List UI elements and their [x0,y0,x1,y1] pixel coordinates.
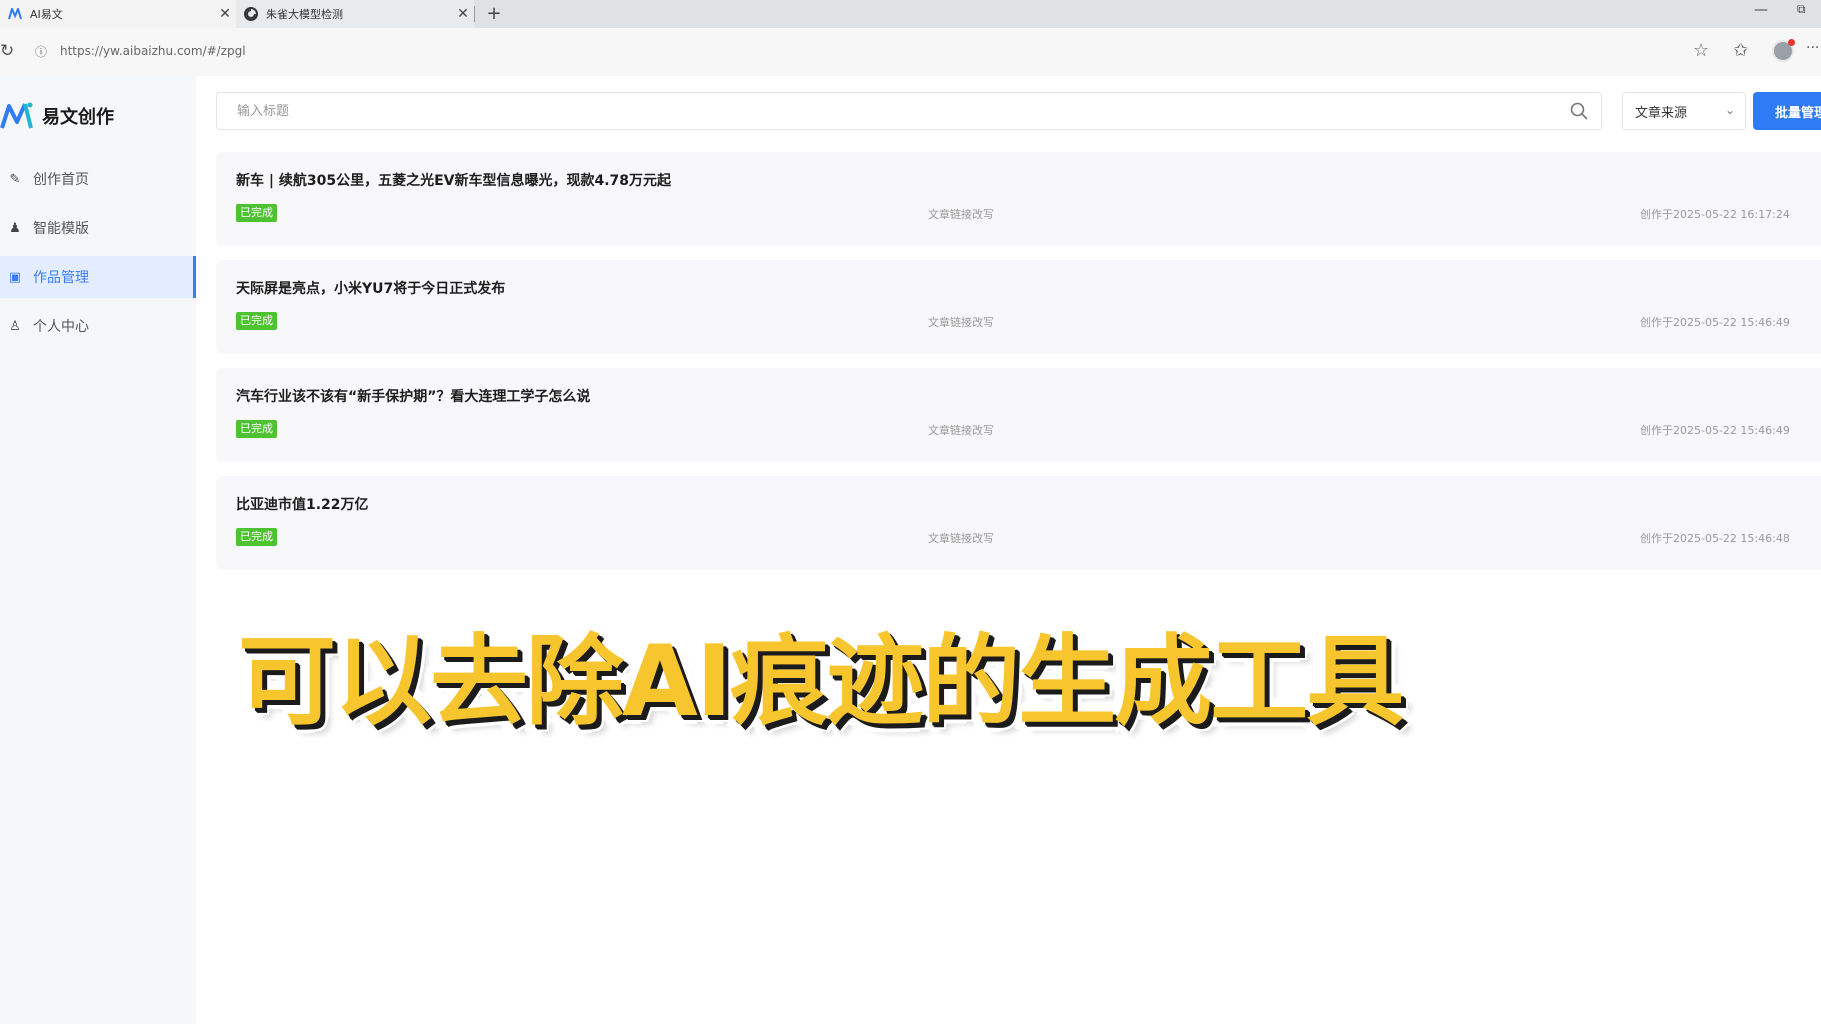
minimize-window-icon[interactable]: — [1754,2,1768,18]
status-badge: 已完成 [236,312,277,330]
work-card[interactable]: 比亚迪市值1.22万亿 已完成 文章链接改写 创作于2025-05-22 15:… [216,476,1821,570]
video-caption: 可以去除AI痕迹的生成工具 [238,625,1404,739]
sidebar-item-label: 智能模版 [33,221,89,237]
work-type: 文章链接改写 [928,316,994,329]
work-type: 文章链接改写 [928,208,994,221]
created-time: 创作于2025-05-22 15:46:49 [1640,424,1790,437]
work-title[interactable]: 汽车行业该不该有“新手保护期”？看大连理工学子怎么说 [236,386,590,406]
close-tab-icon[interactable]: ✕ [452,6,474,22]
browser-tab-bar: AI易文 ✕ 朱雀大模型检测 ✕ + — ⧉ [0,0,1821,29]
user-magic-icon: ♟ [9,220,21,236]
bookmark-star-icon[interactable]: ☆ [1693,40,1709,61]
created-time: 创作于2025-05-22 16:17:24 [1640,208,1790,221]
new-tab-button[interactable]: + [482,0,506,28]
pen-icon: ✎ [9,171,21,187]
app-name: 易文创作 [42,107,114,128]
browser-address-bar: ↻ ⓘ https://yw.aibaizhu.com/#/zpgl ☆ ✩ ·… [0,28,1821,77]
status-badge: 已完成 [236,204,277,222]
chevron-down-icon: ⌄ [1724,103,1735,117]
work-title[interactable]: 天际屏是亮点，小米YU7将于今日正式发布 [236,278,505,298]
app-sidebar: 易文创作 ✎ 创作首页 ♟ 智能模版 ▣ 作品管理 ♙ 个人中心 [0,76,197,1024]
restore-window-icon[interactable]: ⧉ [1797,2,1806,17]
work-type: 文章链接改写 [928,532,994,545]
reload-icon[interactable]: ↻ [0,41,14,61]
work-type: 文章链接改写 [928,424,994,437]
sidebar-item-label: 作品管理 [33,270,89,286]
title-search-input[interactable] [235,102,1569,120]
url-text: https://yw.aibaizhu.com/#/zpgl [60,44,246,58]
sidebar-item-profile[interactable]: ♙ 个人中心 [0,305,196,347]
favorites-icon[interactable]: ✩ [1733,40,1748,61]
url-field[interactable]: ⓘ https://yw.aibaizhu.com/#/zpgl [30,38,1720,64]
work-card[interactable]: 天际屏是亮点，小米YU7将于今日正式发布 已完成 文章链接改写 创作于2025-… [216,260,1821,354]
app-logo[interactable]: 易文创作 [0,98,114,134]
yiwen-logo-icon [0,102,33,129]
sidebar-item-works[interactable]: ▣ 作品管理 [0,256,196,298]
created-time: 创作于2025-05-22 15:46:48 [1640,532,1790,545]
profile-avatar[interactable] [1772,39,1795,62]
work-card[interactable]: 新车 | 续航305公里，五菱之光EV新车型信息曝光，现款4.78万元起 已完成… [216,152,1821,246]
sidebar-nav: ✎ 创作首页 ♟ 智能模版 ▣ 作品管理 ♙ 个人中心 [0,158,196,354]
search-icon[interactable] [1569,101,1589,121]
sidebar-item-label: 创作首页 [33,172,89,188]
zhuque-favicon-icon [244,7,258,21]
aiyiwen-favicon-icon [8,8,22,20]
article-source-select[interactable]: 文章来源 ⌄ [1622,92,1746,130]
tab-separator [474,6,475,22]
folder-icon: ▣ [8,269,22,285]
status-badge: 已完成 [236,528,277,546]
title-search-box[interactable] [216,92,1602,130]
more-options-icon[interactable]: ··· [1806,40,1819,56]
tab-title: 朱雀大模型检测 [266,8,343,21]
article-source-label: 文章来源 [1635,105,1688,121]
site-info-icon[interactable]: ⓘ [30,43,52,60]
sidebar-item-label: 个人中心 [33,319,89,335]
work-card[interactable]: 汽车行业该不该有“新手保护期”？看大连理工学子怎么说 已完成 文章链接改写 创作… [216,368,1821,462]
works-management-panel: 文章来源 ⌄ 批量管理 新车 | 续航305公里，五菱之光EV新车型信息曝光，现… [196,76,1821,1024]
sidebar-item-home[interactable]: ✎ 创作首页 [0,158,196,200]
tab-title: AI易文 [30,8,63,21]
tab-zhuque[interactable]: 朱雀大模型检测 ✕ [236,0,474,28]
created-time: 创作于2025-05-22 15:46:49 [1640,316,1790,329]
status-badge: 已完成 [236,420,277,438]
work-title[interactable]: 新车 | 续航305公里，五菱之光EV新车型信息曝光，现款4.78万元起 [236,170,671,190]
tab-aiyiwen[interactable]: AI易文 ✕ [0,0,236,28]
sidebar-item-templates[interactable]: ♟ 智能模版 [0,207,196,249]
work-title[interactable]: 比亚迪市值1.22万亿 [236,494,369,514]
close-tab-icon[interactable]: ✕ [214,6,236,22]
batch-manage-button[interactable]: 批量管理 [1753,92,1821,130]
person-icon: ♙ [9,318,21,334]
